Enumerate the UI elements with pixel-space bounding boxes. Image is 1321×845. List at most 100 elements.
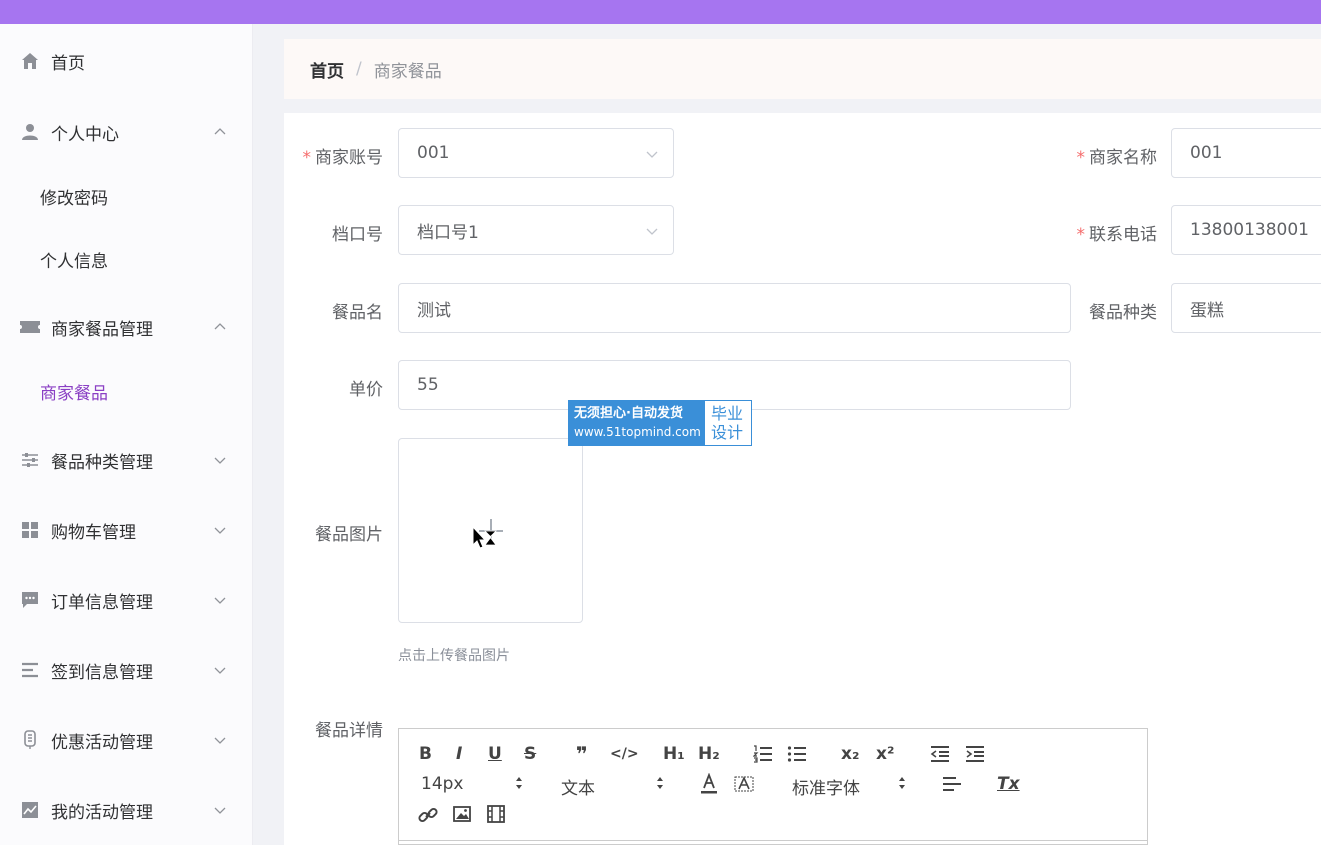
- chevron-down-icon: [646, 228, 658, 235]
- toolbar-divider: [399, 840, 1147, 841]
- merchant-account-value: 001: [417, 143, 450, 163]
- sidebar-item-label: 商家餐品: [40, 383, 108, 404]
- select-arrow-icon: [657, 777, 663, 789]
- sidebar-item-merchant-dish-mgmt[interactable]: 商家餐品管理: [0, 307, 253, 347]
- rich-text-editor: B I U S ❞ </> H₁ H₂ x₂ x² 14px 文本 标准字体 T…: [398, 728, 1148, 845]
- breadcrumb-home[interactable]: 首页: [310, 57, 344, 82]
- chevron-down-icon: [214, 667, 226, 674]
- image-icon[interactable]: [453, 806, 471, 822]
- chevron-up-icon: [214, 128, 226, 135]
- sidebar-item-label: 订单信息管理: [51, 592, 153, 613]
- sidebar-item-label: 餐品种类管理: [51, 452, 153, 473]
- bullet-list-icon[interactable]: [787, 745, 807, 763]
- chevron-down-icon: [214, 737, 226, 744]
- tag-icon: [20, 730, 40, 750]
- header-select[interactable]: 文本: [561, 774, 595, 799]
- chevron-down-icon: [214, 807, 226, 814]
- italic-button[interactable]: I: [456, 744, 462, 764]
- sidebar-item-personal-center[interactable]: 个人中心: [0, 112, 253, 152]
- chevron-down-icon: [214, 527, 226, 534]
- stall-no-select[interactable]: 档口号1: [398, 205, 674, 255]
- indent-icon[interactable]: [965, 745, 985, 763]
- user-icon: [20, 122, 40, 142]
- ticket-icon: [20, 317, 40, 337]
- chart-icon: [20, 800, 40, 820]
- chevron-down-icon: [646, 151, 658, 158]
- merchant-account-select[interactable]: 001: [398, 128, 674, 178]
- image-upload-tip: 点击上传餐品图片: [398, 648, 510, 664]
- sidebar-item-label: 签到信息管理: [51, 662, 153, 683]
- code-button[interactable]: </>: [610, 746, 639, 762]
- dish-type-label: 餐品种类: [1089, 303, 1157, 323]
- sidebar-item-checkin-mgmt[interactable]: 签到信息管理: [0, 650, 253, 690]
- price-label: 单价: [349, 380, 383, 400]
- font-color-icon[interactable]: [699, 773, 719, 795]
- font-select[interactable]: 标准字体: [792, 774, 860, 799]
- sidebar-item-label: 个人信息: [40, 251, 108, 272]
- bold-button[interactable]: B: [419, 744, 432, 764]
- h2-button[interactable]: H₂: [698, 744, 720, 764]
- image-label: 餐品图片: [315, 525, 383, 545]
- align-icon[interactable]: [942, 776, 962, 792]
- strike-button[interactable]: S: [524, 744, 536, 764]
- clear-format-button[interactable]: Tx: [997, 774, 1020, 794]
- breadcrumb-current: 商家餐品: [373, 61, 442, 82]
- chevron-up-icon: [214, 323, 226, 330]
- sidebar-item-label: 优惠活动管理: [51, 732, 153, 753]
- list-icon: [20, 660, 40, 680]
- h1-button[interactable]: H₁: [663, 744, 685, 764]
- dish-name-input[interactable]: 测试: [398, 283, 1071, 333]
- watermark-line2: www.51topmind.com: [574, 425, 701, 439]
- outdent-icon[interactable]: [930, 745, 950, 763]
- dish-name-value: 测试: [417, 300, 451, 321]
- link-icon[interactable]: [418, 805, 438, 825]
- watermark-right2: 设计: [711, 423, 744, 442]
- sidebar-item-my-activity-mgmt[interactable]: 我的活动管理: [0, 790, 253, 830]
- stall-no-value: 档口号1: [417, 222, 479, 243]
- select-arrow-icon: [516, 777, 522, 789]
- sidebar-item-label: 购物车管理: [51, 522, 136, 543]
- price-value: 55: [417, 375, 439, 395]
- dish-type-input[interactable]: 蛋糕: [1171, 283, 1321, 333]
- sidebar-item-label: 商家餐品管理: [51, 319, 153, 340]
- phone-value: 13800138001: [1190, 220, 1309, 240]
- ordered-list-icon[interactable]: [753, 745, 773, 763]
- breadcrumb-separator: /: [356, 59, 362, 79]
- watermark-badge: 无须担心·自动发货 www.51topmind.com 毕业 设计: [568, 400, 752, 446]
- sidebar-item-dish-category-mgmt[interactable]: 餐品种类管理: [0, 440, 253, 480]
- phone-label: * 联系电话: [1076, 225, 1158, 245]
- background-color-icon[interactable]: [734, 773, 754, 795]
- grid-icon: [20, 520, 40, 540]
- merchant-account-label: * 商家账号: [302, 148, 384, 168]
- sidebar-item-change-password[interactable]: 修改密码: [0, 176, 253, 216]
- video-icon[interactable]: [487, 805, 505, 823]
- quote-button[interactable]: ❞: [576, 742, 588, 766]
- select-arrow-icon: [899, 777, 905, 789]
- dish-type-value: 蛋糕: [1190, 300, 1224, 321]
- sidebar-item-label: 个人中心: [51, 124, 119, 145]
- watermark-right1: 毕业: [711, 404, 744, 423]
- sidebar-item-promotion-mgmt[interactable]: 优惠活动管理: [0, 720, 253, 760]
- stall-no-label: 档口号: [332, 225, 383, 245]
- sidebar-item-personal-info[interactable]: 个人信息: [0, 239, 253, 279]
- home-icon: [20, 51, 40, 71]
- chevron-down-icon: [214, 457, 226, 464]
- sidebar: 首页 个人中心 修改密码 个人信息 商家餐品管理 商家餐品 餐品种类管理 购物车…: [0, 24, 253, 845]
- size-select[interactable]: 14px: [421, 774, 463, 794]
- dish-name-label: 餐品名: [332, 303, 383, 323]
- mouse-cursor-icon: [472, 525, 497, 549]
- sidebar-item-home[interactable]: 首页: [0, 41, 253, 81]
- superscript-button[interactable]: x²: [876, 744, 894, 764]
- watermark-line1: 无须担心·自动发货: [574, 406, 683, 421]
- merchant-name-value: 001: [1190, 143, 1223, 163]
- sidebar-item-merchant-dish[interactable]: 商家餐品: [0, 371, 253, 411]
- chevron-down-icon: [214, 597, 226, 604]
- underline-button[interactable]: U: [488, 744, 502, 764]
- subscript-button[interactable]: x₂: [841, 744, 859, 764]
- phone-input[interactable]: 13800138001: [1171, 205, 1321, 255]
- detail-label: 餐品详情: [315, 721, 383, 741]
- merchant-name-input[interactable]: 001: [1171, 128, 1321, 178]
- sidebar-item-order-mgmt[interactable]: 订单信息管理: [0, 580, 253, 620]
- merchant-name-label: * 商家名称: [1076, 148, 1158, 168]
- sidebar-item-cart-mgmt[interactable]: 购物车管理: [0, 510, 253, 550]
